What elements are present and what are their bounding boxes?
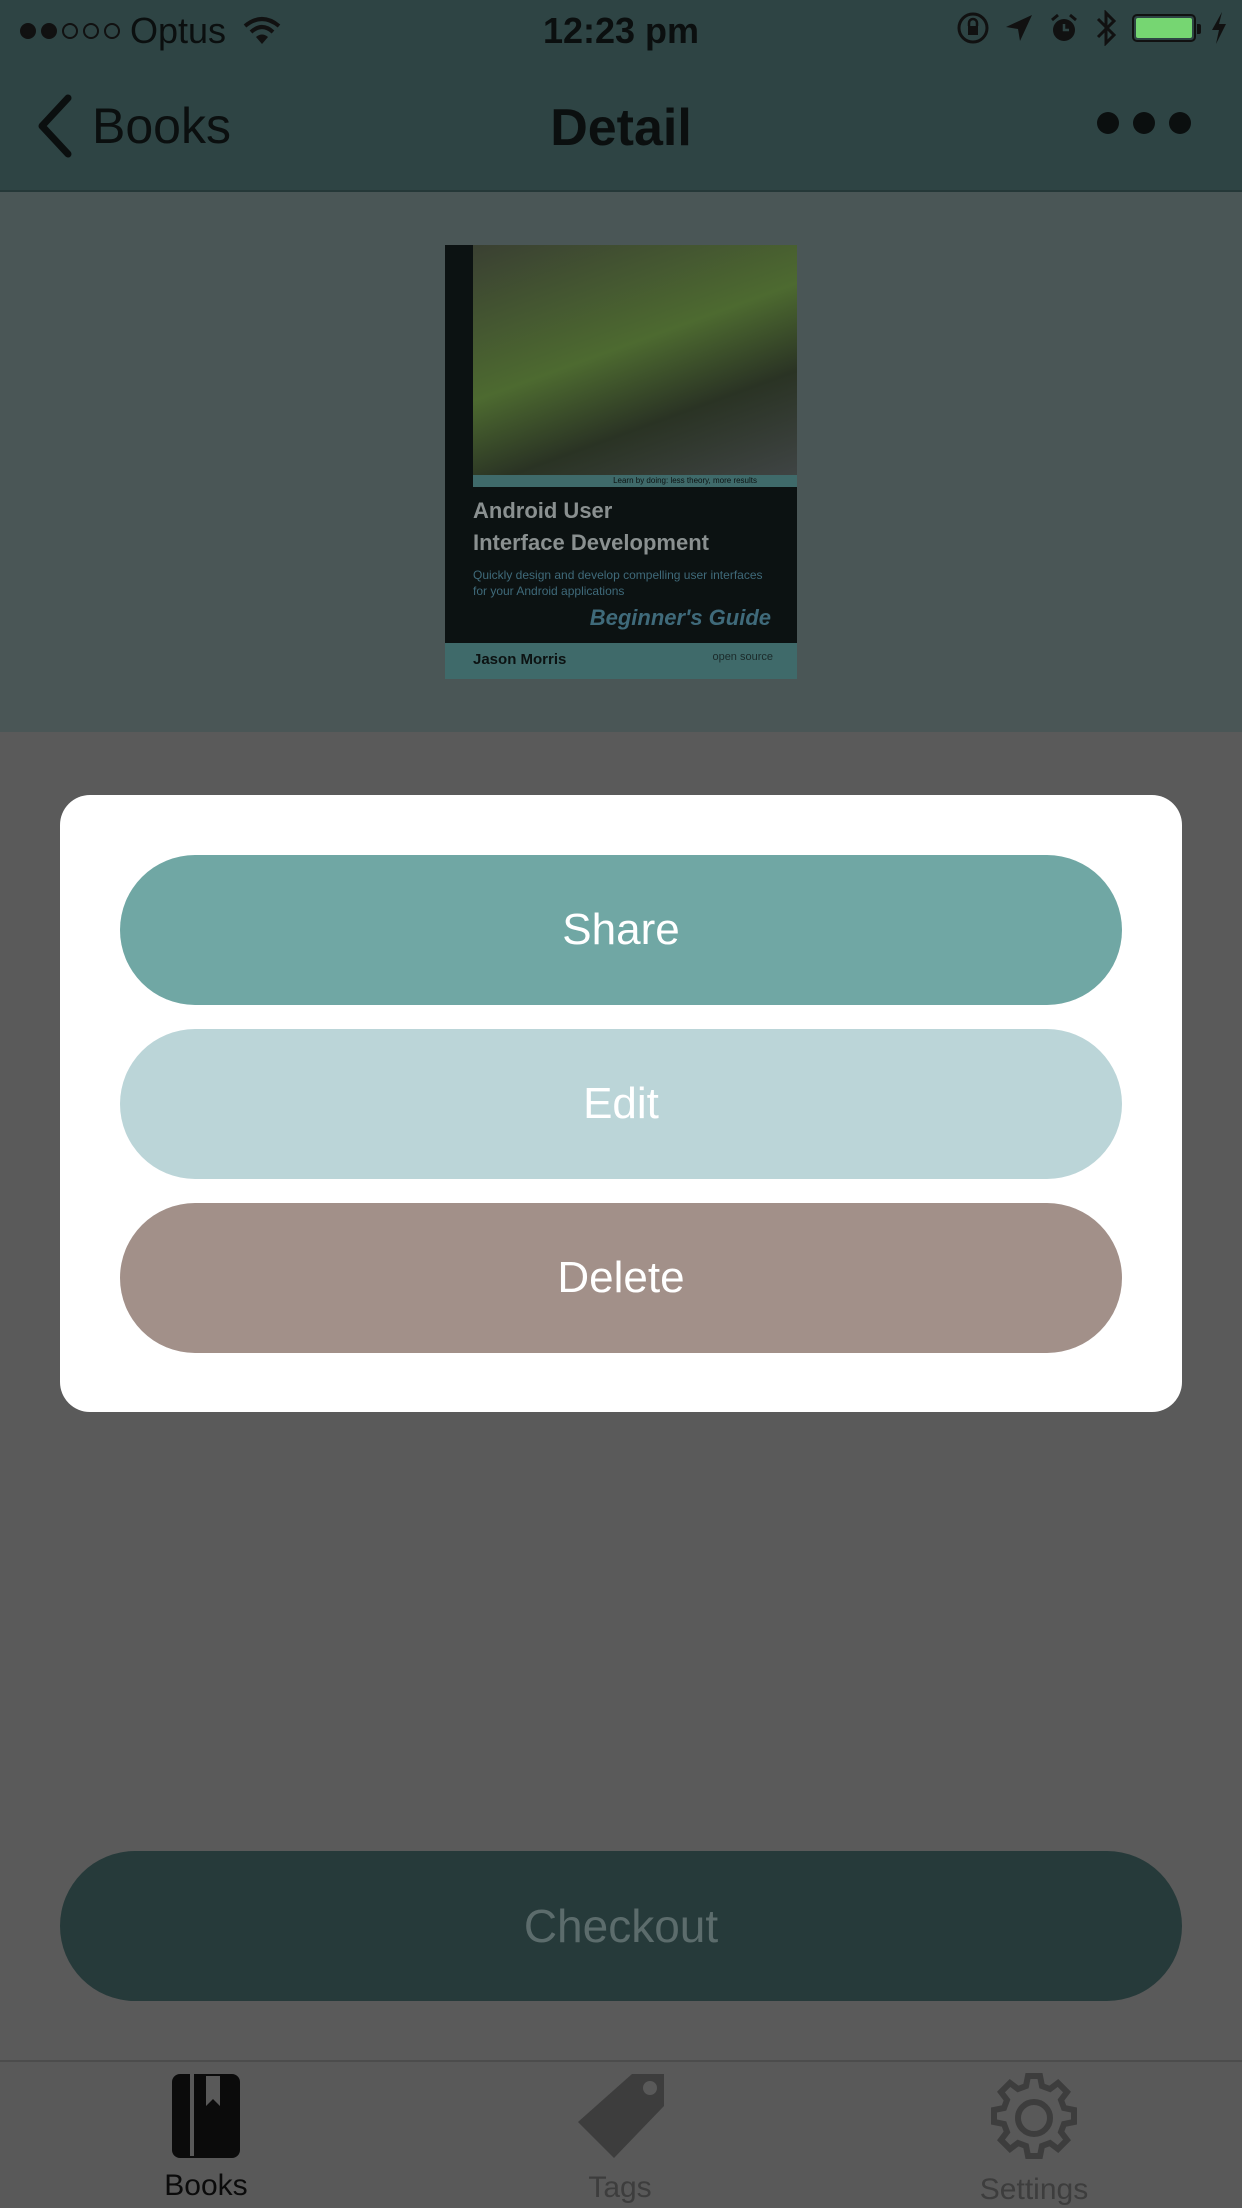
share-button[interactable]: Share: [120, 855, 1122, 1005]
delete-button[interactable]: Delete: [120, 1203, 1122, 1353]
action-sheet-modal: Share Edit Delete: [60, 795, 1182, 1412]
edit-button[interactable]: Edit: [120, 1029, 1122, 1179]
app-screen: Optus 12:23 pm Books Detail Learn by doi…: [0, 0, 1242, 2208]
